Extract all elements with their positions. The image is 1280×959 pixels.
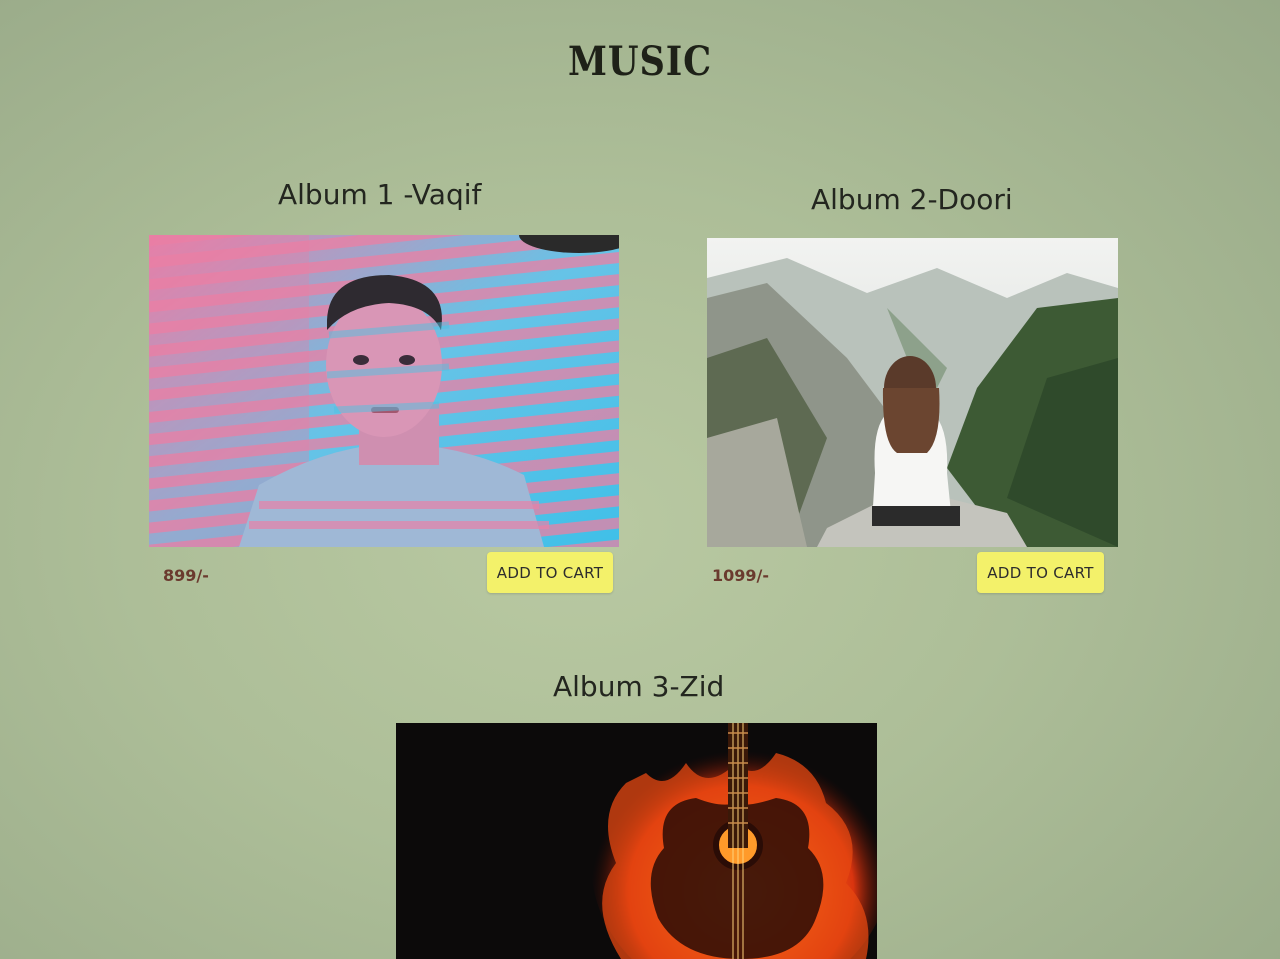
album-2-title: Album 2-Doori: [811, 183, 1013, 216]
album-1-price: 899/-: [163, 566, 209, 585]
album-2-add-to-cart-button[interactable]: ADD TO CART: [977, 552, 1104, 593]
album-3-title: Album 3-Zid: [553, 670, 725, 703]
album-1-image[interactable]: [149, 235, 619, 547]
album-3-image[interactable]: [396, 723, 877, 959]
album-2-image[interactable]: [707, 238, 1118, 547]
album-1-add-to-cart-button[interactable]: ADD TO CART: [487, 552, 613, 593]
album-1-cover-graphic: [149, 235, 619, 547]
page-title: MUSIC: [568, 38, 712, 85]
album-3-cover-graphic: [396, 723, 877, 959]
album-2-price: 1099/-: [712, 566, 770, 585]
album-1-title: Album 1 -Vaqif: [278, 178, 482, 211]
album-2-cover-graphic: [707, 238, 1118, 547]
